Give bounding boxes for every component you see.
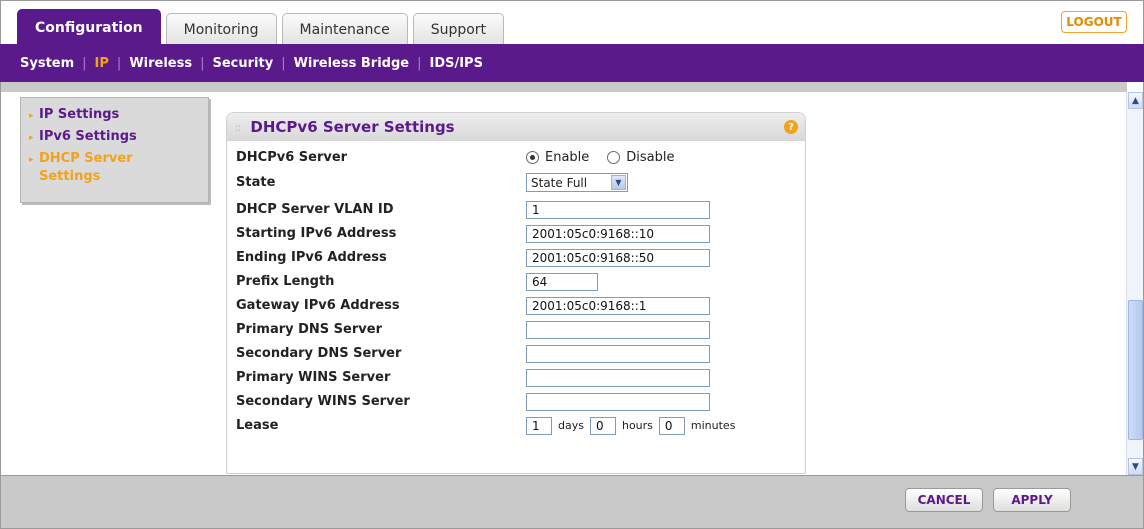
primary-wins-label: Primary WINS Server (236, 370, 391, 385)
subnav-separator: | (200, 55, 205, 71)
drag-grip-icon: :: (235, 120, 242, 134)
tab-maintenance[interactable]: Maintenance (281, 13, 408, 45)
starting-address-label: Starting IPv6 Address (236, 226, 397, 241)
scroll-up-icon[interactable]: ▲ (1128, 92, 1143, 109)
secondary-wins-input[interactable] (526, 392, 710, 411)
sidebar-item-label: DHCP Server Settings (39, 151, 133, 184)
primary-dns-label: Primary DNS Server (236, 322, 382, 337)
left-menu: ▸ IP Settings ▸ IPv6 Settings ▸ DHCP Ser… (20, 97, 209, 203)
ending-address-label: Ending IPv6 Address (236, 250, 387, 265)
dhcpv6-server-label: DHCPv6 Server (236, 150, 348, 165)
prefix-length-label: Prefix Length (236, 274, 335, 289)
vlan-id-input[interactable]: 1 (526, 200, 710, 219)
action-bar: CANCEL APPLY (0, 475, 1144, 529)
tab-configuration[interactable]: Configuration (17, 9, 161, 45)
sidebar-item-ipv6-settings[interactable]: ▸ IPv6 Settings (29, 128, 208, 147)
lease-days-unit: days (558, 419, 584, 432)
subnav-ip[interactable]: IP (95, 56, 109, 71)
row-ending-address: Ending IPv6 Address 2001:05c0:9168::50 (236, 247, 796, 268)
help-icon[interactable]: ? (784, 120, 798, 134)
secondary-dns-label: Secondary DNS Server (236, 346, 402, 361)
row-primary-dns: Primary DNS Server (236, 319, 796, 340)
subnav-system[interactable]: System (20, 56, 74, 71)
row-primary-wins: Primary WINS Server (236, 367, 796, 388)
lease-hours-unit: hours (621, 419, 653, 432)
top-tab-bar: Configuration Monitoring Maintenance Sup… (0, 0, 1144, 45)
dhcpv6-settings-panel: :: DHCPv6 Server Settings ? DHCPv6 Serve… (226, 112, 806, 474)
subnav-security[interactable]: Security (212, 56, 273, 71)
radio-checked-icon (526, 151, 539, 164)
tab-support[interactable]: Support (412, 13, 505, 45)
radio-unchecked-icon (607, 151, 621, 164)
row-secondary-wins: Secondary WINS Server (236, 391, 796, 412)
apply-button[interactable]: APPLY (993, 488, 1071, 512)
sidebar-item-ip-settings[interactable]: ▸ IP Settings (29, 106, 208, 125)
content-top-divider (1, 82, 1127, 92)
row-starting-address: Starting IPv6 Address 2001:05c0:9168::10 (236, 223, 796, 244)
chevron-right-icon: ▸ (29, 133, 34, 143)
logout-button[interactable]: LOGOUT (1061, 11, 1127, 33)
gateway-label: Gateway IPv6 Address (236, 298, 400, 313)
disable-radio-label: Disable (626, 150, 675, 165)
subnav-ids-ips[interactable]: IDS/IPS (429, 56, 482, 71)
panel-title: DHCPv6 Server Settings (250, 118, 455, 136)
state-select[interactable]: State Full ▼ (526, 173, 628, 192)
row-secondary-dns: Secondary DNS Server (236, 343, 796, 364)
subnav-separator: | (116, 55, 122, 71)
row-vlan-id: DHCP Server VLAN ID 1 (236, 199, 796, 220)
vlan-id-label: DHCP Server VLAN ID (236, 202, 394, 217)
lease-hours-input[interactable]: 0 (589, 416, 616, 435)
enable-radio-label: Enable (545, 150, 590, 165)
sidebar-item-label: IPv6 Settings (39, 129, 137, 144)
secondary-wins-label: Secondary WINS Server (236, 394, 410, 409)
subnav-separator: | (281, 55, 286, 71)
chevron-right-icon: ▸ (29, 155, 34, 165)
content-area: ▸ IP Settings ▸ IPv6 Settings ▸ DHCP Ser… (0, 82, 1144, 475)
cancel-button[interactable]: CANCEL (905, 488, 983, 512)
ending-address-input[interactable]: 2001:05c0:9168::50 (526, 248, 710, 267)
primary-wins-input[interactable] (526, 368, 710, 387)
subnav-separator: | (82, 55, 87, 71)
prefix-length-input[interactable]: 64 (526, 272, 598, 291)
lease-minutes-input[interactable]: 0 (658, 416, 685, 435)
scroll-down-icon[interactable]: ▼ (1128, 458, 1143, 475)
disable-radio[interactable]: Disable (607, 150, 675, 165)
state-select-value: State Full (531, 175, 588, 190)
state-label: State (236, 175, 276, 190)
lease-minutes-unit: minutes (690, 419, 736, 432)
sub-navigation: System | IP | Wireless | Security | Wire… (0, 44, 1144, 82)
secondary-dns-input[interactable] (526, 344, 710, 363)
chevron-down-icon: ▼ (611, 175, 626, 190)
starting-address-input[interactable]: 2001:05c0:9168::10 (526, 224, 710, 243)
lease-label: Lease (236, 418, 279, 433)
subnav-wireless[interactable]: Wireless (129, 56, 192, 71)
main-tabs: Configuration Monitoring Maintenance Sup… (17, 9, 509, 45)
subnav-wireless-bridge[interactable]: Wireless Bridge (294, 56, 410, 71)
chevron-right-icon: ▸ (29, 111, 34, 121)
scrollbar-thumb[interactable] (1128, 300, 1143, 440)
vertical-scrollbar[interactable]: ▲ ▼ (1126, 92, 1143, 475)
gateway-input[interactable]: 2001:05c0:9168::1 (526, 296, 710, 315)
lease-days-input[interactable]: 1 (526, 416, 552, 435)
row-lease: Lease 1 days 0 hours 0 minutes (236, 415, 796, 436)
enable-radio[interactable]: Enable (526, 150, 589, 165)
subnav-separator: | (417, 55, 422, 71)
sidebar-item-label: IP Settings (39, 107, 120, 122)
row-state: State State Full ▼ (236, 172, 796, 193)
panel-header: :: DHCPv6 Server Settings ? (227, 113, 805, 141)
row-dhcpv6-server: DHCPv6 Server Enable Disable (236, 147, 796, 168)
row-prefix-length: Prefix Length 64 (236, 271, 796, 292)
primary-dns-input[interactable] (526, 320, 710, 339)
sidebar-item-dhcp-server-settings[interactable]: ▸ DHCP Server Settings (29, 150, 208, 186)
row-gateway: Gateway IPv6 Address 2001:05c0:9168::1 (236, 295, 796, 316)
tab-monitoring[interactable]: Monitoring (165, 13, 277, 45)
